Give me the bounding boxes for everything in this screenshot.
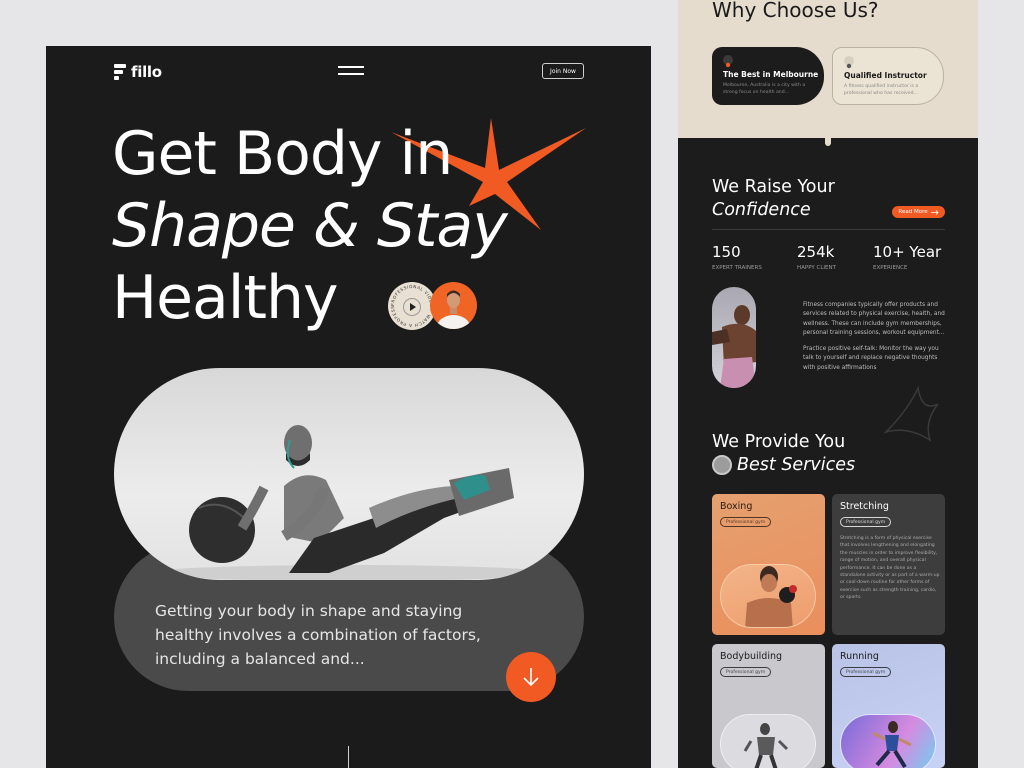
scroll-indicator-line bbox=[348, 746, 349, 768]
read-more-label: Read More bbox=[898, 209, 928, 215]
arrow-right-icon bbox=[930, 209, 939, 215]
flame-icon bbox=[723, 55, 733, 68]
service-desc: Stretching is a form of physical exercis… bbox=[840, 536, 940, 601]
feature-card-desc: Melbourne, Australia is a city with a st… bbox=[723, 83, 806, 95]
running-image bbox=[840, 714, 936, 768]
read-more-button[interactable]: Read More bbox=[892, 206, 945, 218]
stat-label: EXPERT TRAINERS bbox=[712, 265, 762, 271]
services-title-line-1: We Provide You bbox=[712, 432, 846, 452]
trainer-avatar bbox=[430, 282, 477, 329]
service-card-bodybuilding[interactable]: Bodybuilding Professional gym bbox=[712, 644, 825, 768]
service-title: Bodybuilding bbox=[720, 651, 783, 662]
service-tag: Professional gym bbox=[720, 517, 772, 527]
service-card-running[interactable]: Running Professional gym bbox=[832, 644, 945, 768]
feature-card-desc: A fitness qualified instructor is a prof… bbox=[844, 84, 919, 96]
arrow-down-icon bbox=[523, 668, 539, 687]
details-page-panel: Why Choose Us? The Best in Melbourne Mel… bbox=[678, 0, 978, 768]
stat-value: 150 bbox=[712, 243, 741, 261]
service-tag: Professional gym bbox=[840, 517, 892, 527]
feature-card-instructor[interactable]: Qualified Instructor A fitness qualified… bbox=[832, 47, 944, 105]
stat-label: HAPPY CLIENT bbox=[797, 265, 836, 271]
play-icon[interactable] bbox=[403, 298, 421, 316]
confidence-title-line-2: Confidence bbox=[712, 200, 811, 220]
intro-text: Getting your body in shape and staying h… bbox=[155, 602, 481, 668]
section-divider-notch bbox=[825, 136, 831, 146]
service-card-stretching[interactable]: Stretching Professional gym Stretching i… bbox=[832, 494, 945, 635]
why-choose-section: Why Choose Us? The Best in Melbourne Mel… bbox=[678, 0, 978, 138]
brand-mark-icon bbox=[114, 64, 126, 80]
confidence-title-line-1: We Raise Your bbox=[712, 177, 835, 197]
service-title: Running bbox=[840, 651, 879, 662]
stat-clients: 254k HAPPY CLIENT bbox=[797, 243, 836, 271]
confidence-paragraph-2: Practice positive self-talk: Monitor the… bbox=[803, 346, 939, 371]
confidence-title: We Raise Your Confidence bbox=[712, 176, 835, 222]
brand-name: fillo bbox=[131, 63, 162, 81]
stat-experience: 10+ Year EXPERIENCE bbox=[873, 243, 941, 271]
service-title: Boxing bbox=[720, 501, 753, 512]
watch-video-badge[interactable]: PROFESSIONAL VIDEO • WATCH A PROFESSIONA… bbox=[388, 282, 436, 330]
service-tag: Professional gym bbox=[720, 667, 772, 677]
hero-line-2: Shape & Stay bbox=[112, 191, 508, 261]
decorative-swirl-icon bbox=[883, 385, 939, 442]
athlete-image bbox=[712, 287, 756, 388]
feature-card-title: Qualified Instructor bbox=[844, 71, 927, 80]
brand-logo[interactable]: fillo bbox=[114, 63, 162, 81]
divider bbox=[712, 229, 945, 230]
landing-page-panel: fillo Join Now Get Body in Shape & Stay … bbox=[46, 46, 651, 768]
hamburger-menu-icon[interactable] bbox=[338, 66, 364, 76]
feature-card-title: The Best in Melbourne bbox=[723, 70, 819, 79]
stat-value: 10+ Year bbox=[873, 243, 942, 261]
boxing-image bbox=[720, 564, 816, 628]
confidence-paragraph-1: Fitness companies typically offer produc… bbox=[803, 302, 945, 336]
services-title-line-2: Best Services bbox=[737, 455, 856, 475]
service-tag: Professional gym bbox=[840, 667, 892, 677]
hero-line-1: Get Body in bbox=[112, 119, 453, 189]
hero-image bbox=[114, 368, 584, 580]
service-card-boxing[interactable]: Boxing Professional gym bbox=[712, 494, 825, 635]
stat-value: 254k bbox=[797, 243, 835, 261]
join-now-button[interactable]: Join Now bbox=[542, 63, 584, 79]
badge-icon bbox=[844, 56, 854, 69]
coin-icon bbox=[712, 455, 732, 475]
stat-label: EXPERIENCE bbox=[873, 265, 908, 271]
why-choose-title: Why Choose Us? bbox=[712, 0, 879, 22]
service-title: Stretching bbox=[840, 501, 889, 512]
stat-trainers: 150 EXPERT TRAINERS bbox=[712, 243, 762, 271]
bodybuilding-image bbox=[720, 714, 816, 768]
services-title: We Provide You Best Services bbox=[712, 431, 855, 477]
scroll-down-button[interactable] bbox=[506, 652, 556, 702]
feature-card-best[interactable]: The Best in Melbourne Melbourne, Austral… bbox=[712, 47, 824, 105]
